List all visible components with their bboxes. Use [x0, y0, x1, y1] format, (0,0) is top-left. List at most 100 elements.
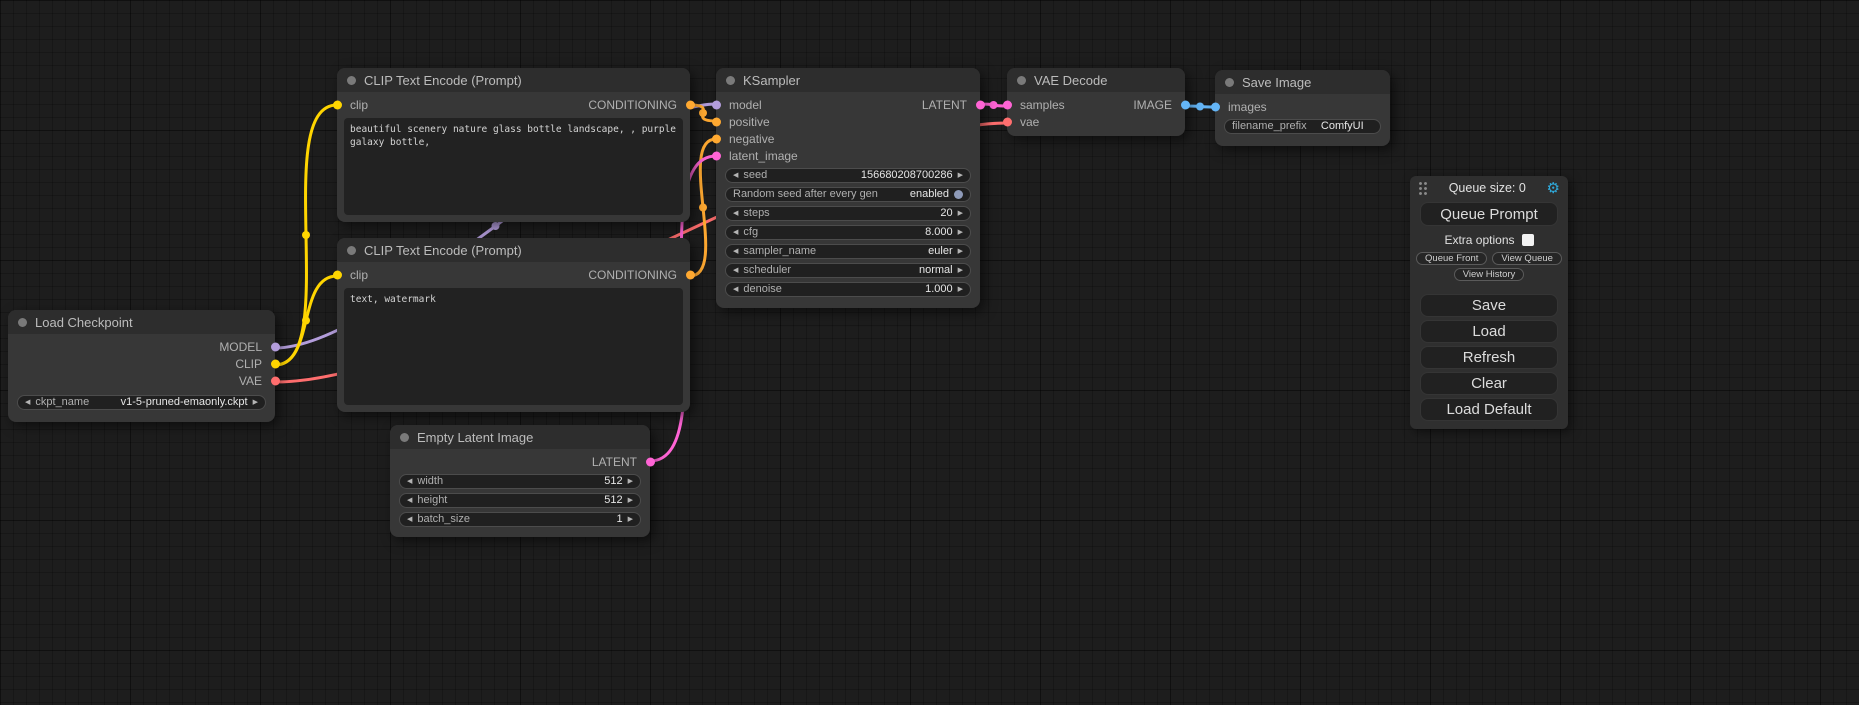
queue-prompt-button[interactable]: Queue Prompt: [1420, 202, 1558, 226]
node-ksampler[interactable]: KSampler model LATENT positive negative …: [716, 68, 980, 308]
node-title-bar[interactable]: CLIP Text Encode (Prompt): [337, 238, 690, 262]
model-input-port[interactable]: [712, 100, 721, 109]
node-vae-decode[interactable]: VAE Decode samples IMAGE vae: [1007, 68, 1185, 136]
node-save-image[interactable]: Save Image images filename_prefix ComfyU…: [1215, 70, 1390, 146]
ckpt-name-widget[interactable]: ◀ ckpt_name v1-5-pruned-emaonly.ckpt ▶: [17, 395, 266, 410]
width-widget[interactable]: ◀ width 512 ▶: [399, 474, 641, 489]
output-slot-conditioning: CONDITIONING: [588, 266, 690, 283]
latent-output-port[interactable]: [646, 457, 655, 466]
vae-output-port[interactable]: [271, 376, 280, 385]
node-title-bar[interactable]: Load Checkpoint: [8, 310, 275, 334]
node-collapse-dot-icon[interactable]: [347, 76, 356, 85]
sampler-name-widget[interactable]: ◀ sampler_name euler ▶: [725, 244, 971, 259]
load-button[interactable]: Load: [1420, 320, 1558, 343]
steps-widget[interactable]: ◀ steps 20 ▶: [725, 206, 971, 221]
model-output-port[interactable]: [271, 342, 280, 351]
node-collapse-dot-icon[interactable]: [726, 76, 735, 85]
conditioning-output-port[interactable]: [686, 270, 695, 279]
save-button[interactable]: Save: [1420, 294, 1558, 317]
node-load-checkpoint[interactable]: Load Checkpoint MODEL CLIP VAE ◀ ckpt_na…: [8, 310, 275, 422]
node-clip-text-encode-positive[interactable]: CLIP Text Encode (Prompt) clip CONDITION…: [337, 68, 690, 222]
comfy-menu-panel[interactable]: Queue size: 0 ⚙ Queue Prompt Extra optio…: [1410, 176, 1568, 429]
node-collapse-dot-icon[interactable]: [18, 318, 27, 327]
settings-gear-icon[interactable]: ⚙: [1547, 181, 1560, 196]
vae-input-port[interactable]: [1003, 117, 1012, 126]
increment-arrow-icon[interactable]: ▶: [628, 478, 633, 485]
widget-value: 8.000: [925, 227, 953, 238]
increment-arrow-icon[interactable]: ▶: [958, 172, 963, 179]
increment-arrow-icon[interactable]: ▶: [628, 516, 633, 523]
next-value-arrow-icon[interactable]: ▶: [253, 399, 258, 406]
prev-value-arrow-icon[interactable]: ◀: [733, 267, 738, 274]
node-collapse-dot-icon[interactable]: [400, 433, 409, 442]
height-widget[interactable]: ◀ height 512 ▶: [399, 493, 641, 508]
negative-input-port[interactable]: [712, 134, 721, 143]
refresh-button[interactable]: Refresh: [1420, 346, 1558, 369]
view-queue-button[interactable]: View Queue: [1492, 252, 1562, 265]
clip-output-port[interactable]: [271, 359, 280, 368]
node-title: Load Checkpoint: [35, 315, 133, 330]
decrement-arrow-icon[interactable]: ◀: [407, 497, 412, 504]
batch-size-widget[interactable]: ◀ batch_size 1 ▶: [399, 512, 641, 527]
clear-button[interactable]: Clear: [1420, 372, 1558, 395]
positive-prompt-textarea[interactable]: beautiful scenery nature glass bottle la…: [344, 118, 683, 215]
next-value-arrow-icon[interactable]: ▶: [958, 267, 963, 274]
extra-options-checkbox[interactable]: [1522, 234, 1534, 246]
node-collapse-dot-icon[interactable]: [1017, 76, 1026, 85]
widget-value: 1: [616, 514, 622, 525]
output-label: MODEL: [219, 340, 262, 354]
latent-image-input-port[interactable]: [712, 151, 721, 160]
increment-arrow-icon[interactable]: ▶: [958, 286, 963, 293]
decrement-arrow-icon[interactable]: ◀: [733, 210, 738, 217]
node-graph-canvas[interactable]: Load Checkpoint MODEL CLIP VAE ◀ ckpt_na…: [0, 0, 1859, 705]
scheduler-widget[interactable]: ◀ scheduler normal ▶: [725, 263, 971, 278]
denoise-widget[interactable]: ◀ denoise 1.000 ▶: [725, 282, 971, 297]
filename-prefix-widget[interactable]: filename_prefix ComfyUI: [1224, 119, 1381, 134]
toggle-indicator[interactable]: [954, 190, 963, 199]
drag-handle-icon[interactable]: [1418, 181, 1428, 195]
decrement-arrow-icon[interactable]: ◀: [733, 286, 738, 293]
decrement-arrow-icon[interactable]: ◀: [407, 478, 412, 485]
decrement-arrow-icon[interactable]: ◀: [733, 229, 738, 236]
output-slot-vae: VAE: [239, 372, 275, 389]
input-label: images: [1228, 100, 1267, 114]
images-input-port[interactable]: [1211, 102, 1220, 111]
conditioning-output-port[interactable]: [686, 100, 695, 109]
widget-label: width: [417, 476, 443, 487]
widget-label: batch_size: [417, 514, 470, 525]
extra-options-label: Extra options: [1444, 233, 1514, 247]
increment-arrow-icon[interactable]: ▶: [958, 210, 963, 217]
negative-prompt-textarea[interactable]: text, watermark: [344, 288, 683, 405]
increment-arrow-icon[interactable]: ▶: [628, 497, 633, 504]
increment-arrow-icon[interactable]: ▶: [958, 229, 963, 236]
image-output-port[interactable]: [1181, 100, 1190, 109]
positive-input-port[interactable]: [712, 117, 721, 126]
decrement-arrow-icon[interactable]: ◀: [733, 172, 738, 179]
node-clip-text-encode-negative[interactable]: CLIP Text Encode (Prompt) clip CONDITION…: [337, 238, 690, 412]
prev-value-arrow-icon[interactable]: ◀: [733, 248, 738, 255]
node-collapse-dot-icon[interactable]: [347, 246, 356, 255]
queue-front-button[interactable]: Queue Front: [1416, 252, 1487, 265]
node-title-bar[interactable]: KSampler: [716, 68, 980, 92]
node-title-bar[interactable]: VAE Decode: [1007, 68, 1185, 92]
prev-value-arrow-icon[interactable]: ◀: [25, 399, 30, 406]
node-empty-latent-image[interactable]: Empty Latent Image LATENT ◀ width 512 ▶ …: [390, 425, 650, 537]
node-collapse-dot-icon[interactable]: [1225, 78, 1234, 87]
samples-input-port[interactable]: [1003, 100, 1012, 109]
output-label: LATENT: [922, 98, 967, 112]
clip-input-port[interactable]: [333, 270, 342, 279]
node-title-bar[interactable]: Empty Latent Image: [390, 425, 650, 449]
next-value-arrow-icon[interactable]: ▶: [958, 248, 963, 255]
widget-value: ComfyUI: [1321, 121, 1364, 132]
seed-widget[interactable]: ◀ seed 156680208700286 ▶: [725, 168, 971, 183]
load-default-button[interactable]: Load Default: [1420, 398, 1558, 421]
widget-label: ckpt_name: [35, 397, 89, 408]
clip-input-port[interactable]: [333, 100, 342, 109]
node-title-bar[interactable]: Save Image: [1215, 70, 1390, 94]
node-title-bar[interactable]: CLIP Text Encode (Prompt): [337, 68, 690, 92]
random-seed-toggle-widget[interactable]: Random seed after every gen enabled: [725, 187, 971, 202]
latent-output-port[interactable]: [976, 100, 985, 109]
cfg-widget[interactable]: ◀ cfg 8.000 ▶: [725, 225, 971, 240]
view-history-button[interactable]: View History: [1454, 268, 1525, 281]
decrement-arrow-icon[interactable]: ◀: [407, 516, 412, 523]
